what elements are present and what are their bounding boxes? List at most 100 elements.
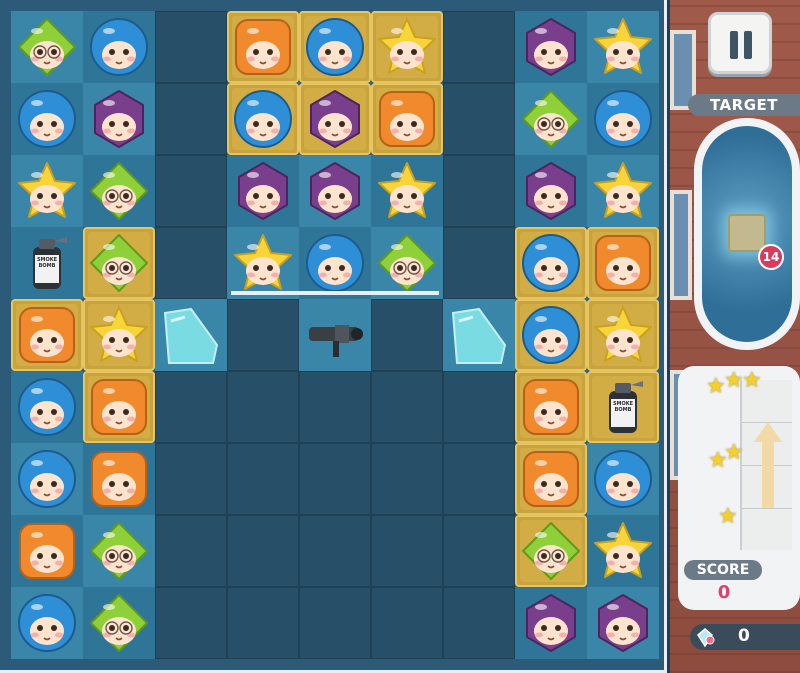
star-icon: ★ [724,368,744,393]
yellow-piece[interactable] [593,305,653,365]
yellow-piece[interactable] [89,305,149,365]
orange-piece[interactable] [233,17,293,77]
star-icon: ★ [724,440,744,465]
yellow-piece[interactable] [593,161,653,221]
board-cell[interactable] [155,227,227,299]
board-cell[interactable] [227,443,299,515]
board-cell[interactable] [443,155,515,227]
green-piece[interactable] [89,593,149,653]
board-cell[interactable] [155,371,227,443]
green-piece[interactable] [17,17,77,77]
orange-piece[interactable] [17,305,77,365]
purple-piece[interactable] [521,17,581,77]
board-cell[interactable] [371,299,443,371]
green-piece[interactable] [521,89,581,149]
progress-arrow-icon [754,422,782,508]
orange-piece[interactable] [521,377,581,437]
purple-piece[interactable] [593,593,653,653]
blue-piece[interactable] [305,17,365,77]
ice-block[interactable] [449,305,509,365]
purple-piece[interactable] [521,161,581,221]
board-cell[interactable] [227,299,299,371]
board-cell[interactable] [443,11,515,83]
board-cell[interactable] [371,371,443,443]
pause-button[interactable] [708,12,772,74]
orange-piece[interactable] [17,521,77,581]
pause-icon [730,31,738,59]
green-piece[interactable] [521,521,581,581]
star-icon: ★ [706,374,726,399]
board-cell[interactable] [155,587,227,659]
smoke-bomb-icon[interactable]: M18 SMOKE BOMB [17,233,77,293]
target-icon [728,214,766,252]
orange-piece[interactable] [593,233,653,293]
board-divider [231,291,439,295]
yellow-piece[interactable] [377,17,437,77]
board-cell[interactable] [155,515,227,587]
blue-piece[interactable] [521,305,581,365]
board-cell[interactable] [443,587,515,659]
blue-piece[interactable] [593,449,653,509]
board-cell[interactable] [299,371,371,443]
orange-piece[interactable] [89,449,149,509]
target-count-badge: 14 [758,244,784,270]
building-window [670,190,692,300]
blue-piece[interactable] [17,89,77,149]
board-cell[interactable] [443,515,515,587]
yellow-piece[interactable] [593,521,653,581]
yellow-piece[interactable] [593,17,653,77]
orange-piece[interactable] [521,449,581,509]
orange-piece[interactable] [89,377,149,437]
board-cell[interactable] [227,587,299,659]
board-cell[interactable] [155,83,227,155]
green-piece[interactable] [89,161,149,221]
board-cell[interactable] [371,443,443,515]
board-cell[interactable] [299,587,371,659]
board-cell[interactable] [443,227,515,299]
yellow-piece[interactable] [233,233,293,293]
smoke-bomb-icon[interactable]: M18 SMOKE BOMB [593,377,653,437]
blue-piece[interactable] [521,233,581,293]
board-cell[interactable] [227,371,299,443]
score-value: 0 [717,582,731,603]
ice-block[interactable] [161,305,221,365]
purple-piece[interactable] [233,161,293,221]
rocket-icon[interactable] [305,305,365,365]
blue-piece[interactable] [233,89,293,149]
yellow-piece[interactable] [17,161,77,221]
game-screen: M18 SMOKE BOMB M18 SMOKE BOMB TARGET 14 [0,0,800,673]
purple-piece[interactable] [521,593,581,653]
board-cell[interactable] [155,155,227,227]
blue-piece[interactable] [17,593,77,653]
purple-piece[interactable] [305,161,365,221]
green-piece[interactable] [377,233,437,293]
blue-piece[interactable] [89,17,149,77]
board-cell[interactable] [443,443,515,515]
board-cell[interactable] [443,83,515,155]
smoke-bomb-label: M18 SMOKE BOMB [612,395,634,413]
board-cell[interactable] [155,443,227,515]
target-label: TARGET [688,94,800,116]
blue-piece[interactable] [305,233,365,293]
blue-piece[interactable] [17,377,77,437]
pause-icon [744,31,752,59]
yellow-piece[interactable] [377,161,437,221]
orange-piece[interactable] [377,89,437,149]
board-cell[interactable] [299,443,371,515]
game-board[interactable]: M18 SMOKE BOMB M18 SMOKE BOMB [0,0,667,673]
blue-piece[interactable] [17,449,77,509]
green-piece[interactable] [89,233,149,293]
board-cell[interactable] [371,587,443,659]
board-cell[interactable] [227,515,299,587]
green-piece[interactable] [89,521,149,581]
board-cell[interactable] [443,371,515,443]
purple-piece[interactable] [305,89,365,149]
smoke-bomb-label: M18 SMOKE BOMB [36,251,58,269]
gem-counter: 0 [690,624,800,650]
purple-piece[interactable] [89,89,149,149]
board-cell[interactable] [371,515,443,587]
score-meter [740,380,792,550]
blue-piece[interactable] [593,89,653,149]
board-cell[interactable] [299,515,371,587]
board-cell[interactable] [155,11,227,83]
